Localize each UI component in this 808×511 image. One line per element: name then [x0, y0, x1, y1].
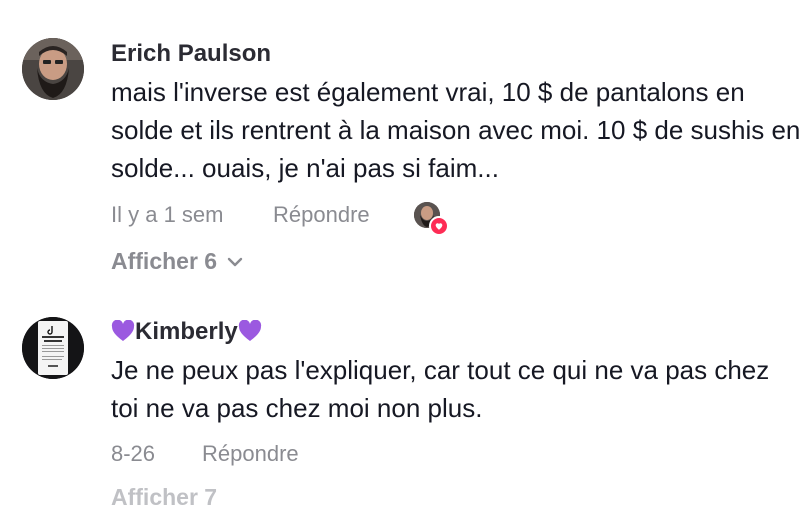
- avatar[interactable]: [22, 317, 84, 379]
- purple-heart-icon: [111, 320, 135, 341]
- user-avatar-photo-icon: [22, 38, 84, 100]
- purple-heart-icon: [238, 320, 261, 341]
- comment-timestamp: Il y a 1 sem: [111, 202, 224, 227]
- show-replies-button[interactable]: Afficher 6: [111, 248, 243, 275]
- comment-author-row[interactable]: Kimberly: [111, 318, 262, 346]
- liked-by-creator-heart-icon: [429, 216, 449, 236]
- avatar[interactable]: [22, 38, 84, 100]
- user-avatar-screenshot-icon: [22, 317, 84, 379]
- reply-button[interactable]: Répondre: [273, 202, 370, 228]
- reply-button[interactable]: Répondre: [202, 441, 299, 467]
- comment-author: Kimberly: [135, 318, 238, 345]
- show-replies-button-partial[interactable]: Afficher 7: [111, 484, 217, 511]
- show-replies-label: Afficher 6: [111, 248, 218, 274]
- comment-text: Je ne peux pas l'expliquer, car tout ce …: [111, 355, 770, 423]
- comment-author[interactable]: Erich Paulson: [111, 40, 271, 68]
- chevron-down-icon: [227, 257, 243, 266]
- comment-text: mais l'inverse est également vrai, 10 $ …: [111, 77, 801, 183]
- comment-timestamp: 8-26: [111, 441, 156, 466]
